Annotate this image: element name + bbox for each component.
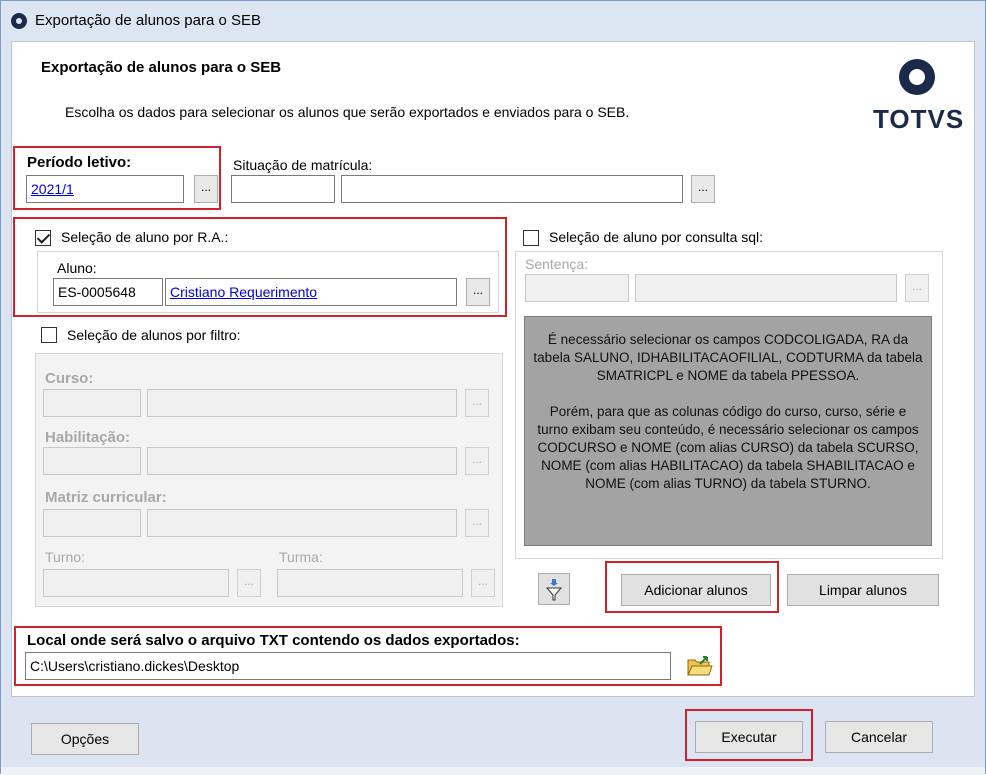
filter-button[interactable] bbox=[538, 573, 570, 605]
local-path-field[interactable]: C:\Users\cristiano.dickes\Desktop bbox=[25, 652, 671, 680]
app-icon bbox=[11, 13, 27, 29]
curso-label: Curso: bbox=[45, 370, 94, 387]
sentenca-code-field[interactable] bbox=[525, 274, 629, 302]
selecao-sql-label: Seleção de aluno por consulta sql: bbox=[549, 229, 764, 245]
dialog-description: Escolha os dados para selecionar os alun… bbox=[65, 104, 630, 120]
turma-lookup-button[interactable]: ... bbox=[471, 569, 495, 597]
periodo-lookup-button[interactable]: ... bbox=[194, 175, 218, 203]
aluno-label: Aluno: bbox=[57, 260, 97, 276]
curso-code-field[interactable] bbox=[43, 389, 141, 417]
sql-help-notice: É necessário selecionar os campos CODCOL… bbox=[524, 316, 932, 546]
situacao-name-field[interactable] bbox=[341, 175, 683, 203]
export-window: Exportação de alunos para o SEB Exportaç… bbox=[0, 0, 986, 775]
sql-help-paragraph-1: É necessário selecionar os campos CODCOL… bbox=[533, 332, 923, 383]
situacao-lookup-button[interactable]: ... bbox=[691, 175, 715, 203]
turma-label: Turma: bbox=[279, 549, 323, 565]
periodo-letivo-label: Período letivo: bbox=[27, 154, 132, 171]
matriz-name-field[interactable] bbox=[147, 509, 457, 537]
habilitacao-lookup-button[interactable]: ... bbox=[465, 447, 489, 475]
habilitacao-label: Habilitação: bbox=[45, 429, 131, 446]
habilitacao-name-field[interactable] bbox=[147, 447, 457, 475]
selecao-sql-checkbox[interactable] bbox=[523, 230, 539, 246]
habilitacao-code-field[interactable] bbox=[43, 447, 141, 475]
options-button[interactable]: Opções bbox=[31, 723, 139, 755]
turno-label: Turno: bbox=[45, 549, 85, 565]
totvs-logo-icon bbox=[899, 59, 935, 95]
dialog-heading: Exportação de alunos para o SEB bbox=[41, 59, 282, 76]
filter-icon bbox=[545, 579, 563, 601]
window-title: Exportação de alunos para o SEB bbox=[35, 12, 261, 29]
sentenca-label: Sentença: bbox=[525, 256, 589, 272]
cancel-button[interactable]: Cancelar bbox=[825, 721, 933, 753]
title-bar: Exportação de alunos para o SEB bbox=[1, 1, 985, 41]
situacao-label: Situação de matrícula: bbox=[233, 157, 373, 173]
add-students-button[interactable]: Adicionar alunos bbox=[621, 574, 771, 606]
selecao-filtro-label: Seleção de alunos por filtro: bbox=[67, 327, 241, 343]
periodo-letivo-field[interactable]: 2021/1 bbox=[26, 175, 184, 203]
local-label: Local onde será salvo o arquivo TXT cont… bbox=[27, 632, 520, 649]
folder-open-icon bbox=[687, 656, 713, 676]
curso-name-field[interactable] bbox=[147, 389, 457, 417]
sentenca-name-field[interactable] bbox=[635, 274, 897, 302]
aluno-lookup-button[interactable]: ... bbox=[466, 278, 490, 306]
sql-help-paragraph-2: Porém, para que as colunas código do cur… bbox=[537, 404, 919, 491]
matriz-lookup-button[interactable]: ... bbox=[465, 509, 489, 537]
clear-students-button[interactable]: Limpar alunos bbox=[787, 574, 939, 606]
curso-lookup-button[interactable]: ... bbox=[465, 389, 489, 417]
aluno-name-field[interactable]: Cristiano Requerimento bbox=[165, 278, 457, 306]
selecao-ra-label: Seleção de aluno por R.A.: bbox=[61, 229, 229, 245]
turno-lookup-button[interactable]: ... bbox=[237, 569, 261, 597]
selecao-ra-checkbox[interactable] bbox=[35, 230, 51, 246]
situacao-code-field[interactable] bbox=[231, 175, 335, 203]
aluno-ra-field[interactable]: ES-0005648 bbox=[53, 278, 163, 306]
turma-field[interactable] bbox=[277, 569, 463, 597]
matriz-label: Matriz curricular: bbox=[45, 489, 167, 506]
sentenca-lookup-button[interactable]: ... bbox=[905, 274, 929, 302]
turno-field[interactable] bbox=[43, 569, 229, 597]
execute-button[interactable]: Executar bbox=[695, 721, 803, 753]
matriz-code-field[interactable] bbox=[43, 509, 141, 537]
selecao-filtro-checkbox[interactable] bbox=[41, 327, 57, 343]
browse-folder-button[interactable] bbox=[685, 652, 713, 680]
totvs-logo: TOTVS bbox=[873, 104, 965, 134]
